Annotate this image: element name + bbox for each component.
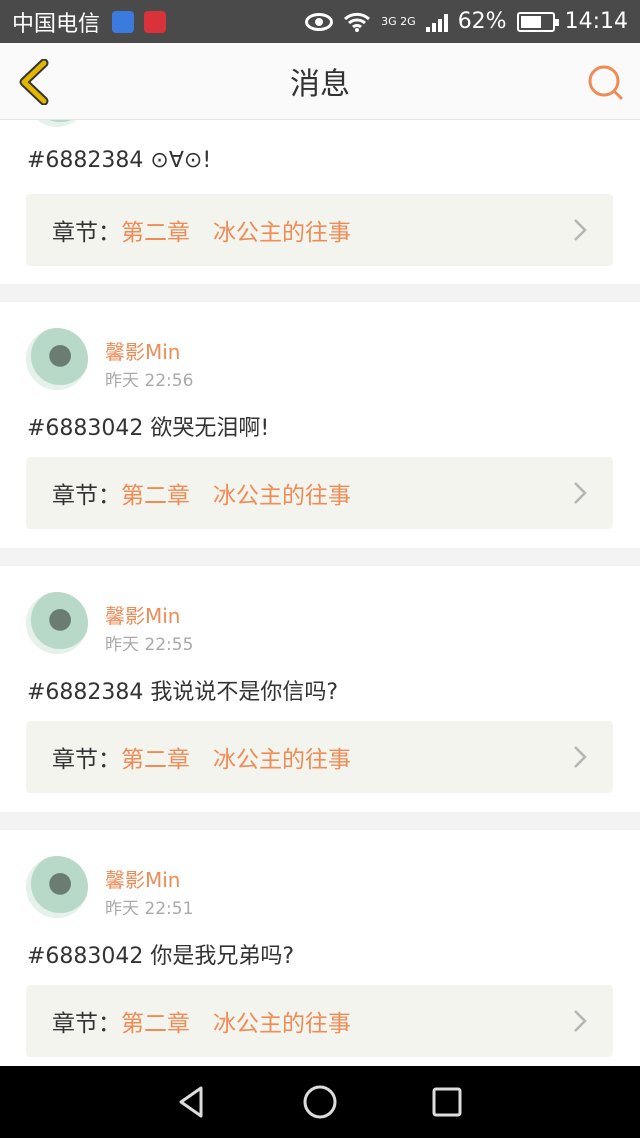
- message-list[interactable]: #6882384 ⊙∀⊙! 章节： 第二章 冰公主的往事 馨影Min 昨天 22…: [0, 120, 640, 1066]
- signal-icon: [425, 12, 448, 32]
- chapter-link[interactable]: 章节： 第二章 冰公主的往事: [26, 457, 613, 529]
- battery-percent: 62%: [457, 9, 507, 34]
- carrier-name: 中国电信: [12, 11, 101, 37]
- chapter-link[interactable]: 章节： 第二章 冰公主的往事: [26, 985, 613, 1057]
- eye-comfort-icon: [305, 12, 334, 31]
- status-bar: 中国电信 3G 2G 62% 14:14: [0, 0, 640, 43]
- app-notification-icon: [112, 10, 135, 33]
- chapter-name: 第二章 冰公主的往事: [121, 483, 351, 509]
- timestamp: 昨天 22:55: [105, 635, 194, 655]
- avatar[interactable]: [26, 120, 88, 127]
- chapter-name: 第二章 冰公主的往事: [121, 220, 351, 246]
- network-type: 3G 2G: [381, 15, 416, 28]
- app-header: 消息: [0, 43, 640, 120]
- timestamp: 昨天 22:51: [105, 899, 194, 919]
- chapter-name: 第二章 冰公主的往事: [121, 1011, 351, 1037]
- chevron-right-icon: [574, 746, 587, 768]
- message-card: 馨影Min 昨天 22:56 #6883042 欲哭无泪啊! 章节： 第二章 冰…: [0, 302, 640, 548]
- chapter-link[interactable]: 章节： 第二章 冰公主的往事: [26, 721, 613, 793]
- message-text: #6883042 欲哭无泪啊!: [27, 416, 270, 441]
- chapter-label: 章节：: [52, 483, 121, 509]
- nav-home-icon[interactable]: [300, 1082, 340, 1122]
- chapter-label: 章节：: [52, 1011, 121, 1037]
- chapter-link[interactable]: 章节： 第二章 冰公主的往事: [26, 194, 613, 266]
- message-text: #6882384 ⊙∀⊙!: [27, 148, 212, 173]
- nav-back-icon[interactable]: [173, 1082, 213, 1122]
- system-nav-bar: [0, 1066, 640, 1138]
- avatar[interactable]: [26, 328, 88, 390]
- back-chevron-icon[interactable]: [14, 59, 54, 105]
- message-card: 馨影Min 昨天 22:51 #6883042 你是我兄弟吗? 章节： 第二章 …: [0, 830, 640, 1066]
- avatar[interactable]: [26, 856, 88, 918]
- message-text: #6883042 你是我兄弟吗?: [27, 944, 295, 969]
- chapter-label: 章节：: [52, 220, 121, 246]
- chapter-label: 章节：: [52, 747, 121, 773]
- timestamp: 昨天 22:56: [105, 371, 194, 391]
- clock: 14:14: [564, 9, 628, 34]
- wifi-icon: [344, 12, 371, 32]
- page-title: 消息: [290, 67, 350, 102]
- message-text: #6882384 我说说不是你信吗?: [27, 680, 339, 705]
- chapter-name: 第二章 冰公主的往事: [121, 747, 351, 773]
- battery-icon: [516, 11, 559, 32]
- search-icon[interactable]: [586, 63, 624, 101]
- chevron-right-icon: [574, 1010, 587, 1032]
- username[interactable]: 馨影Min: [105, 600, 181, 629]
- nav-recents-icon[interactable]: [427, 1082, 467, 1122]
- chevron-right-icon: [574, 482, 587, 504]
- avatar[interactable]: [26, 592, 88, 654]
- chevron-right-icon: [574, 219, 587, 241]
- app-notification-icon: [144, 10, 167, 33]
- username[interactable]: 馨影Min: [105, 336, 181, 365]
- message-card: 馨影Min 昨天 22:55 #6882384 我说说不是你信吗? 章节： 第二…: [0, 566, 640, 812]
- username[interactable]: 馨影Min: [105, 864, 181, 893]
- message-card: #6882384 ⊙∀⊙! 章节： 第二章 冰公主的往事: [0, 120, 640, 284]
